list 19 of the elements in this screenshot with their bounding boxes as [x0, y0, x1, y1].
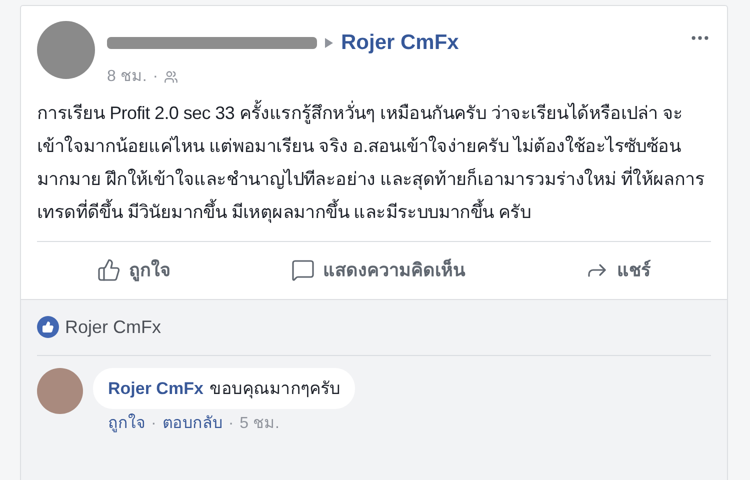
speech-bubble-icon — [291, 258, 315, 282]
separator-dot: · — [151, 414, 156, 434]
commenter-name-link[interactable]: Rojer CmFx — [108, 376, 204, 401]
share-button[interactable]: แชร์ — [579, 252, 657, 288]
commenter-photo-placeholder — [37, 368, 83, 414]
post-text: การเรียน Profit 2.0 sec 33 ครั้งแรกรู้สึกหวั่นๆ เหมือนกันครับ ว่าจะเรียนได้หรือเปล่า จะเข้าใจมากน้อยแค่ไหน แต่พอมาเรียน จริง อ.สอนเข้าใจง่ายครับ ไม่ต้องใช้อะไรซับซ้อนมากมาย ฝึกให้เข้าใจและชำนาญไปทีละอย่าง และสุดท้ายก็เอามารวมร่างใหม่ ที่ให้ผลการเทรดที่ดีขึ้น มีวินัยมากขึ้น มีเหตุผลมากขึ้น และมีระบบมากขึ้น ครับ — [37, 96, 712, 228]
target-name-link[interactable]: Rojer CmFx — [341, 27, 459, 58]
separator-dot: · — [152, 66, 158, 86]
comment-button[interactable]: แสดงความคิดเห็น — [285, 252, 471, 288]
separator-dot: · — [228, 414, 234, 434]
thumbs-up-icon — [97, 258, 121, 282]
like-reaction-icon — [37, 316, 59, 338]
like-button[interactable]: ถูกใจ — [91, 252, 177, 288]
triangle-right-icon — [325, 38, 333, 48]
likers-link[interactable]: Rojer CmFx — [65, 314, 162, 340]
comment-text: ขอบคุณมากๆครับ — [209, 378, 340, 400]
comment-reply-link[interactable]: ตอบกลับ — [162, 412, 222, 436]
audience-icon — [164, 70, 178, 84]
comment-like-link[interactable]: ถูกใจ — [108, 412, 145, 436]
